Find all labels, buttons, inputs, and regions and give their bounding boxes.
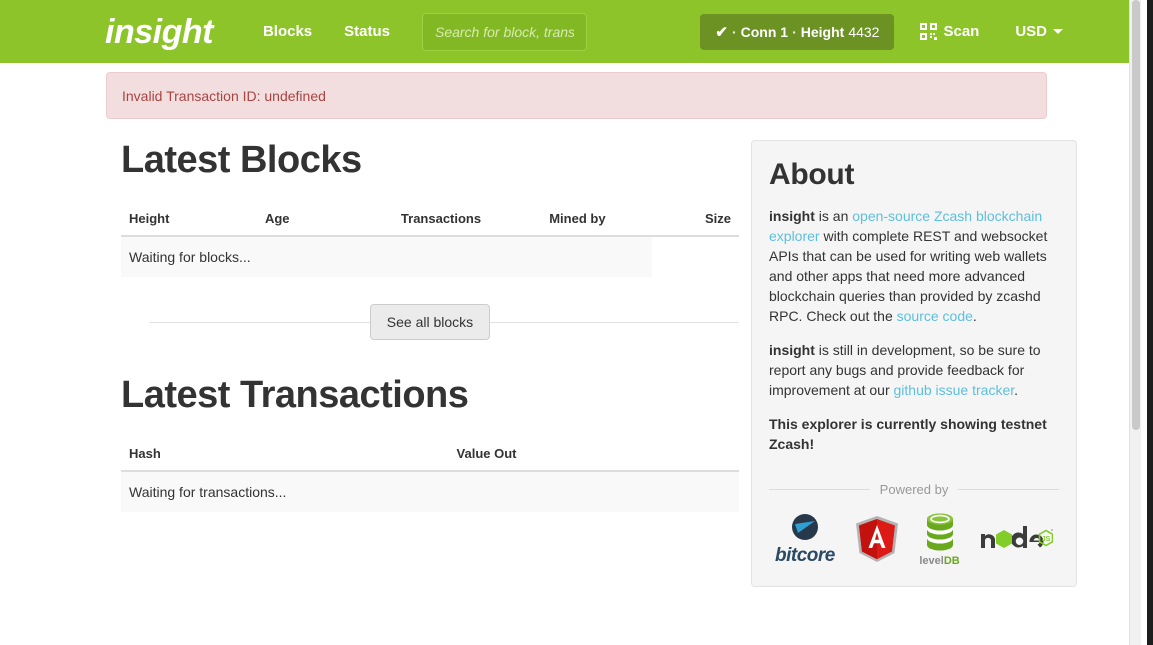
svg-text:JS: JS <box>1042 536 1051 543</box>
check-icon: ✔ <box>715 23 728 41</box>
nodejs-logo[interactable]: JS <box>979 526 1053 552</box>
about-panel: About insight is an open-source Zcash bl… <box>751 140 1077 587</box>
about-p1-text-3: . <box>972 308 977 324</box>
see-all-blocks-button[interactable]: See all blocks <box>369 304 491 341</box>
chevron-down-icon <box>1053 29 1063 34</box>
nav-link-status[interactable]: Status <box>328 23 406 40</box>
bitcore-mark-icon <box>791 514 818 540</box>
column-header-value-out: Value Out <box>448 437 739 472</box>
column-header-hash: Hash <box>121 437 449 472</box>
currency-label: USD <box>1015 23 1047 40</box>
leveldb-logo[interactable]: levelDB <box>919 512 960 567</box>
navbar-right-group: ✔ · Conn 1 · Height 4432 Scan USD <box>700 13 1063 50</box>
source-code-link[interactable]: source code <box>897 308 973 324</box>
status-separator-1: · <box>731 23 737 40</box>
blocks-empty-message: Waiting for blocks... <box>121 235 653 278</box>
column-header-height: Height <box>121 202 257 237</box>
bitcore-logo[interactable]: bitcore <box>775 511 835 567</box>
height-value: 4432 <box>848 23 880 40</box>
see-all-blocks-row: See all blocks <box>121 302 739 343</box>
testnet-notice: This explorer is currently showing testn… <box>769 416 1047 452</box>
search-input[interactable] <box>421 12 587 51</box>
scan-label: Scan <box>943 23 980 40</box>
page-scrollbar[interactable] <box>1129 0 1141 645</box>
divider-left <box>769 489 870 490</box>
nav-link-blocks[interactable]: Blocks <box>247 23 328 40</box>
table-row: Waiting for transactions... <box>121 470 739 513</box>
leveldb-wordmark: levelDB <box>919 555 959 567</box>
scan-link[interactable]: Scan <box>920 23 979 40</box>
about-brand-1: insight <box>769 208 815 224</box>
table-header-row: Height Age Transactions Mined by Size <box>121 202 739 237</box>
currency-dropdown[interactable]: USD <box>1015 23 1063 40</box>
latest-transactions-table: Hash Value Out Waiting for transactions.… <box>121 437 739 513</box>
leveldb-word-level: level <box>919 554 944 567</box>
qr-code-icon <box>920 23 938 40</box>
column-header-transactions: Transactions <box>392 202 542 237</box>
column-header-size: Size <box>652 202 739 237</box>
latest-transactions-title: Latest Transactions <box>121 373 469 416</box>
nodejs-wordmark-icon: JS <box>980 526 1053 548</box>
about-title: About <box>769 158 855 191</box>
error-alert-message: Invalid Transaction ID: undefined <box>122 87 326 104</box>
about-p2-text-2: . <box>1014 382 1019 398</box>
error-alert: Invalid Transaction ID: undefined <box>106 72 1047 119</box>
latest-transactions-section: Latest Transactions Hash Value Out Waiti… <box>121 373 739 513</box>
brand-logo[interactable]: insight <box>105 15 213 49</box>
bitcore-wordmark: bitcore <box>775 545 835 566</box>
transactions-empty-message: Waiting for transactions... <box>121 470 739 513</box>
window-edge <box>1147 0 1153 645</box>
connection-count: Conn 1 <box>740 23 789 40</box>
angularjs-logo[interactable] <box>854 515 900 563</box>
latest-blocks-table: Height Age Transactions Mined by Size Wa… <box>121 202 739 278</box>
column-header-mined-by: Mined by <box>541 202 653 237</box>
about-p1-text-1: is an <box>814 208 853 224</box>
page-viewport: insight Blocks Status ✔ · Conn 1 · Heigh… <box>0 0 1141 645</box>
blocks-empty-spacer <box>652 235 739 278</box>
divider-right <box>958 489 1059 490</box>
latest-blocks-title: Latest Blocks <box>121 139 362 181</box>
angularjs-shield-icon <box>856 516 899 562</box>
powered-by-logos: bitcore levelDB JS <box>769 511 1059 567</box>
table-header-row: Hash Value Out <box>121 437 739 472</box>
leveldb-database-icon <box>926 513 953 550</box>
about-paragraph-3: This explorer is currently showing testn… <box>769 414 1059 454</box>
about-brand-2: insight <box>769 342 815 358</box>
status-separator-2: · <box>792 23 797 40</box>
table-row: Waiting for blocks... <box>121 235 739 278</box>
github-issue-tracker-link[interactable]: github issue tracker <box>894 382 1015 398</box>
top-navbar: insight Blocks Status ✔ · Conn 1 · Heigh… <box>0 0 1141 63</box>
scrollbar-thumb[interactable] <box>1132 0 1140 430</box>
main-content-column: Latest Blocks Height Age Transactions Mi… <box>121 139 739 513</box>
leveldb-word-db: DB <box>943 554 960 567</box>
powered-by-row: Powered by <box>769 482 1059 497</box>
about-paragraph-1: insight is an open-source Zcash blockcha… <box>769 206 1059 326</box>
about-paragraph-2: insight is still in development, so be s… <box>769 340 1059 400</box>
nav-links: Blocks Status <box>247 23 406 40</box>
powered-by-label: Powered by <box>879 482 949 497</box>
node-status-badge[interactable]: ✔ · Conn 1 · Height 4432 <box>700 13 895 50</box>
column-header-age: Age <box>256 202 393 237</box>
height-label: Height <box>800 23 845 40</box>
